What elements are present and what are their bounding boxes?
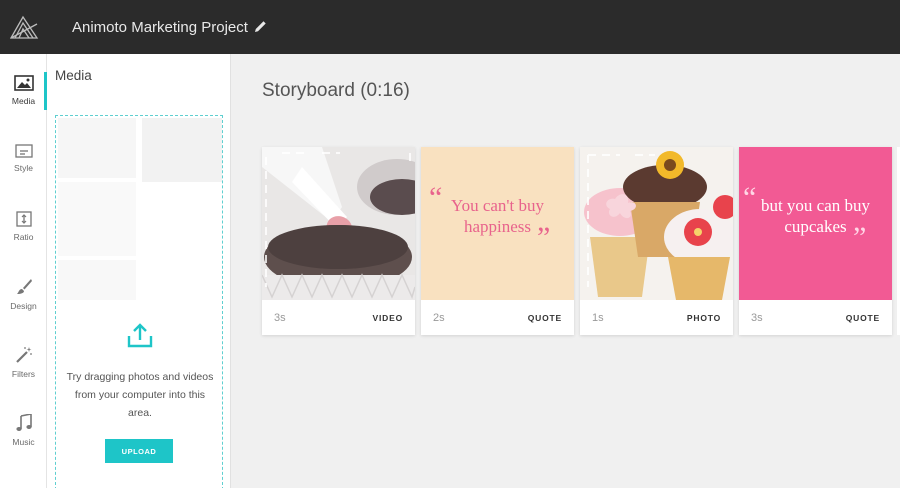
storyboard-card[interactable]: “ You can't buy happiness ” 2s QUOTE: [421, 147, 574, 335]
photo-thumbnail: [580, 147, 733, 300]
card-duration: 2s: [433, 311, 445, 324]
video-thumbnail: [262, 147, 415, 300]
top-bar: Animoto Marketing Project: [0, 0, 900, 54]
quote-thumbnail: “ but you can buy cupcakes ”: [739, 147, 892, 300]
rail-item-music[interactable]: Music: [0, 400, 47, 460]
storyboard-card[interactable]: 3s VIDEO: [262, 147, 415, 335]
magic-wand-icon: [15, 346, 32, 363]
storyboard-card[interactable]: “ but you can buy cupcakes ” 3s QUOTE: [739, 147, 892, 335]
project-title[interactable]: Animoto Marketing Project: [72, 19, 268, 36]
media-panel-title: Media: [55, 68, 92, 83]
card-type: QUOTE: [527, 312, 562, 323]
ghost-placeholder: [58, 182, 136, 256]
card-footer: 3s VIDEO: [262, 300, 415, 335]
music-note-icon: [15, 413, 32, 431]
media-dropzone[interactable]: Try dragging photos and videos from your…: [55, 115, 223, 488]
upload-button[interactable]: UPLOAD: [105, 439, 173, 463]
card-duration: 3s: [751, 311, 763, 324]
card-footer: 3s QUOTE: [739, 300, 892, 335]
ghost-placeholder: [58, 118, 136, 178]
image-icon: [13, 74, 34, 91]
dropzone-instructions: Try dragging photos and videos from your…: [66, 371, 214, 419]
animoto-logo-icon[interactable]: [0, 0, 48, 54]
rail-item-style[interactable]: Style: [0, 128, 47, 188]
quote-thumbnail: “ You can't buy happiness ”: [421, 147, 574, 300]
card-type: QUOTE: [845, 312, 880, 323]
storyboard-title: Storyboard (0:16): [262, 80, 410, 101]
card-footer: 2s QUOTE: [421, 300, 574, 335]
brush-icon: [16, 278, 32, 294]
rail-label: Filters: [11, 368, 36, 379]
card-type: PHOTO: [686, 312, 721, 323]
card-duration: 1s: [592, 311, 604, 324]
rail-item-design[interactable]: Design: [0, 264, 47, 324]
rail-label: Media: [11, 95, 36, 106]
style-icon: [14, 143, 33, 158]
rail-label: Design: [10, 300, 37, 311]
close-quote-mark: ”: [537, 221, 551, 254]
project-title-text: Animoto Marketing Project: [72, 18, 248, 36]
rail-item-filters[interactable]: Filters: [0, 332, 47, 392]
ghost-placeholder: [58, 260, 136, 300]
left-rail-nav: Media Style Ratio Design Filters Music: [0, 54, 47, 488]
close-quote-mark: ”: [853, 221, 867, 254]
card-type: VIDEO: [372, 312, 403, 323]
ratio-icon: [15, 210, 32, 227]
media-panel: Media Try dragging photos and videos fro…: [47, 54, 231, 488]
storyboard-card[interactable]: 1s PHOTO: [580, 147, 733, 335]
rail-item-media[interactable]: Media: [0, 60, 47, 120]
card-footer: 1s PHOTO: [580, 300, 733, 335]
rail-item-ratio[interactable]: Ratio: [0, 196, 47, 256]
ghost-placeholder: [142, 118, 222, 182]
upload-icon: [127, 323, 153, 348]
rail-label: Ratio: [13, 231, 34, 242]
pencil-edit-icon[interactable]: [254, 20, 268, 34]
rail-label: Style: [14, 162, 33, 173]
card-duration: 3s: [274, 311, 286, 324]
rail-label: Music: [12, 436, 35, 447]
